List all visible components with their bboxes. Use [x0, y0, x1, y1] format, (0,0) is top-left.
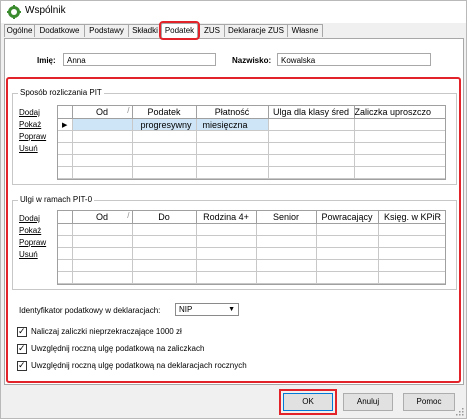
dialog-window: Wspólnik Ogólne Dodatkowe Podstawy Skład…: [0, 0, 467, 419]
tab-dodatkowe[interactable]: Dodatkowe: [34, 24, 85, 37]
checkbox-zaliczki[interactable]: ✓: [17, 326, 27, 337]
checkbox-ulga-zaliczki[interactable]: ✓: [17, 343, 27, 354]
checkbox-ulga-deklaracje[interactable]: ✓: [17, 360, 27, 371]
last-name-field[interactable]: Kowalska: [277, 53, 431, 66]
cancel-button[interactable]: Anuluj: [343, 393, 393, 411]
ulgi-col-od[interactable]: Od /: [72, 211, 133, 224]
row-pointer-icon: ▶: [58, 118, 73, 131]
tab-skladki[interactable]: Składki: [128, 24, 162, 37]
table-cell[interactable]: progresywny: [132, 118, 197, 131]
pit-col-od[interactable]: Od /: [72, 106, 133, 119]
checkbox-ulga-zaliczki-label: Uwzględnij roczną ulgę podatkową na zali…: [31, 344, 205, 354]
table-row[interactable]: ▶ progresywny miesięczna: [58, 118, 445, 131]
ulgi-col-senior[interactable]: Senior: [256, 211, 317, 224]
table-row[interactable]: [58, 235, 445, 248]
ulgi-col-do[interactable]: Do: [132, 211, 197, 224]
tab-deklaracje-zus[interactable]: Deklaracje ZUS: [224, 24, 288, 37]
ok-button[interactable]: OK: [279, 389, 337, 415]
pit-col-zaliczka[interactable]: Zaliczka uproszczo: [354, 106, 445, 119]
pit-edit-link[interactable]: Popraw: [19, 132, 46, 141]
ulgi-edit-link[interactable]: Popraw: [19, 238, 46, 247]
checkbox-row-zaliczki[interactable]: ✓ Naliczaj zaliczki nieprzekraczające 100…: [17, 326, 182, 339]
pit-col-platnosc[interactable]: Płatność: [196, 106, 269, 119]
tab-podatek[interactable]: Podatek: [159, 21, 200, 40]
tax-id-label: Identyfikator podatkowy w deklaracjach:: [19, 306, 161, 315]
ulgi-group-title: Ulgi w ramach PIT-0: [18, 195, 95, 204]
help-button[interactable]: Pomoc: [403, 393, 455, 411]
table-row[interactable]: [58, 247, 445, 260]
table-row[interactable]: [58, 154, 445, 167]
sort-icon: /: [127, 211, 130, 220]
ulgi-add-link[interactable]: Dodaj: [19, 214, 40, 223]
tab-zus[interactable]: ZUS: [199, 24, 225, 37]
ulgi-col-rodzina[interactable]: Rodzina 4+: [196, 211, 257, 224]
ulgi-show-link[interactable]: Pokaż: [19, 226, 41, 235]
ulgi-delete-link[interactable]: Usuń: [19, 250, 38, 259]
app-icon: [7, 5, 21, 19]
table-cell[interactable]: [72, 118, 133, 131]
pit-delete-link[interactable]: Usuń: [19, 144, 38, 153]
ulgi-row-header-corner: [58, 211, 73, 224]
tab-ogolne[interactable]: Ogólne: [4, 24, 35, 37]
pit-row-header-corner: [58, 106, 73, 119]
table-row[interactable]: [58, 130, 445, 143]
table-row[interactable]: [58, 259, 445, 272]
pit-add-link[interactable]: Dodaj: [19, 108, 40, 117]
ulgi-table[interactable]: Od / Do Rodzina 4+ Senior Powracający Ksi…: [57, 210, 446, 285]
first-name-field[interactable]: Anna: [63, 53, 216, 66]
table-row[interactable]: [58, 223, 445, 236]
pit-table[interactable]: Od / Podatek Płatność Ulga dla klasy śred…: [57, 105, 446, 180]
table-cell[interactable]: [268, 118, 355, 131]
tab-podstawy[interactable]: Podstawy: [84, 24, 129, 37]
tax-id-select[interactable]: NIP ▼: [175, 303, 239, 316]
tax-id-value: NIP: [179, 305, 193, 314]
checkbox-row-ulga-deklaracje[interactable]: ✓ Uwzględnij roczną ulgę podatkową na dek…: [17, 360, 247, 373]
title-bar: Wspólnik: [1, 1, 466, 23]
pit-group-title: Sposób rozliczania PIT: [18, 88, 104, 97]
resize-grip-icon[interactable]: [456, 408, 464, 416]
sort-icon: /: [127, 106, 130, 115]
table-row[interactable]: [58, 166, 445, 179]
table-cell[interactable]: miesięczna: [196, 118, 269, 131]
checkbox-ulga-deklaracje-label: Uwzględnij roczną ulgę podatkową na dekl…: [31, 361, 247, 371]
table-cell[interactable]: [354, 118, 445, 131]
checkbox-zaliczki-label: Naliczaj zaliczki nieprzekraczające 1000…: [31, 327, 182, 337]
pit-col-ulga[interactable]: Ulga dla klasy śred: [268, 106, 355, 119]
pit-show-link[interactable]: Pokaż: [19, 120, 41, 129]
checkbox-row-ulga-zaliczki[interactable]: ✓ Uwzględnij roczną ulgę podatkową na zal…: [17, 343, 205, 356]
chevron-down-icon: ▼: [228, 306, 235, 313]
pit-col-podatek[interactable]: Podatek: [132, 106, 197, 119]
ulgi-col-powracajacy[interactable]: Powracający: [316, 211, 379, 224]
table-row[interactable]: [58, 142, 445, 155]
checkmark-icon: ✓: [18, 326, 26, 336]
first-name-label: Imię:: [37, 56, 56, 65]
window-title: Wspólnik: [25, 5, 66, 16]
last-name-label: Nazwisko:: [232, 56, 272, 65]
checkmark-icon: ✓: [18, 343, 26, 353]
table-row[interactable]: [58, 271, 445, 284]
tab-wlasne[interactable]: Własne: [287, 24, 323, 37]
ulgi-col-kpir[interactable]: Księg. w KPiR: [378, 211, 445, 224]
checkmark-icon: ✓: [18, 360, 26, 370]
